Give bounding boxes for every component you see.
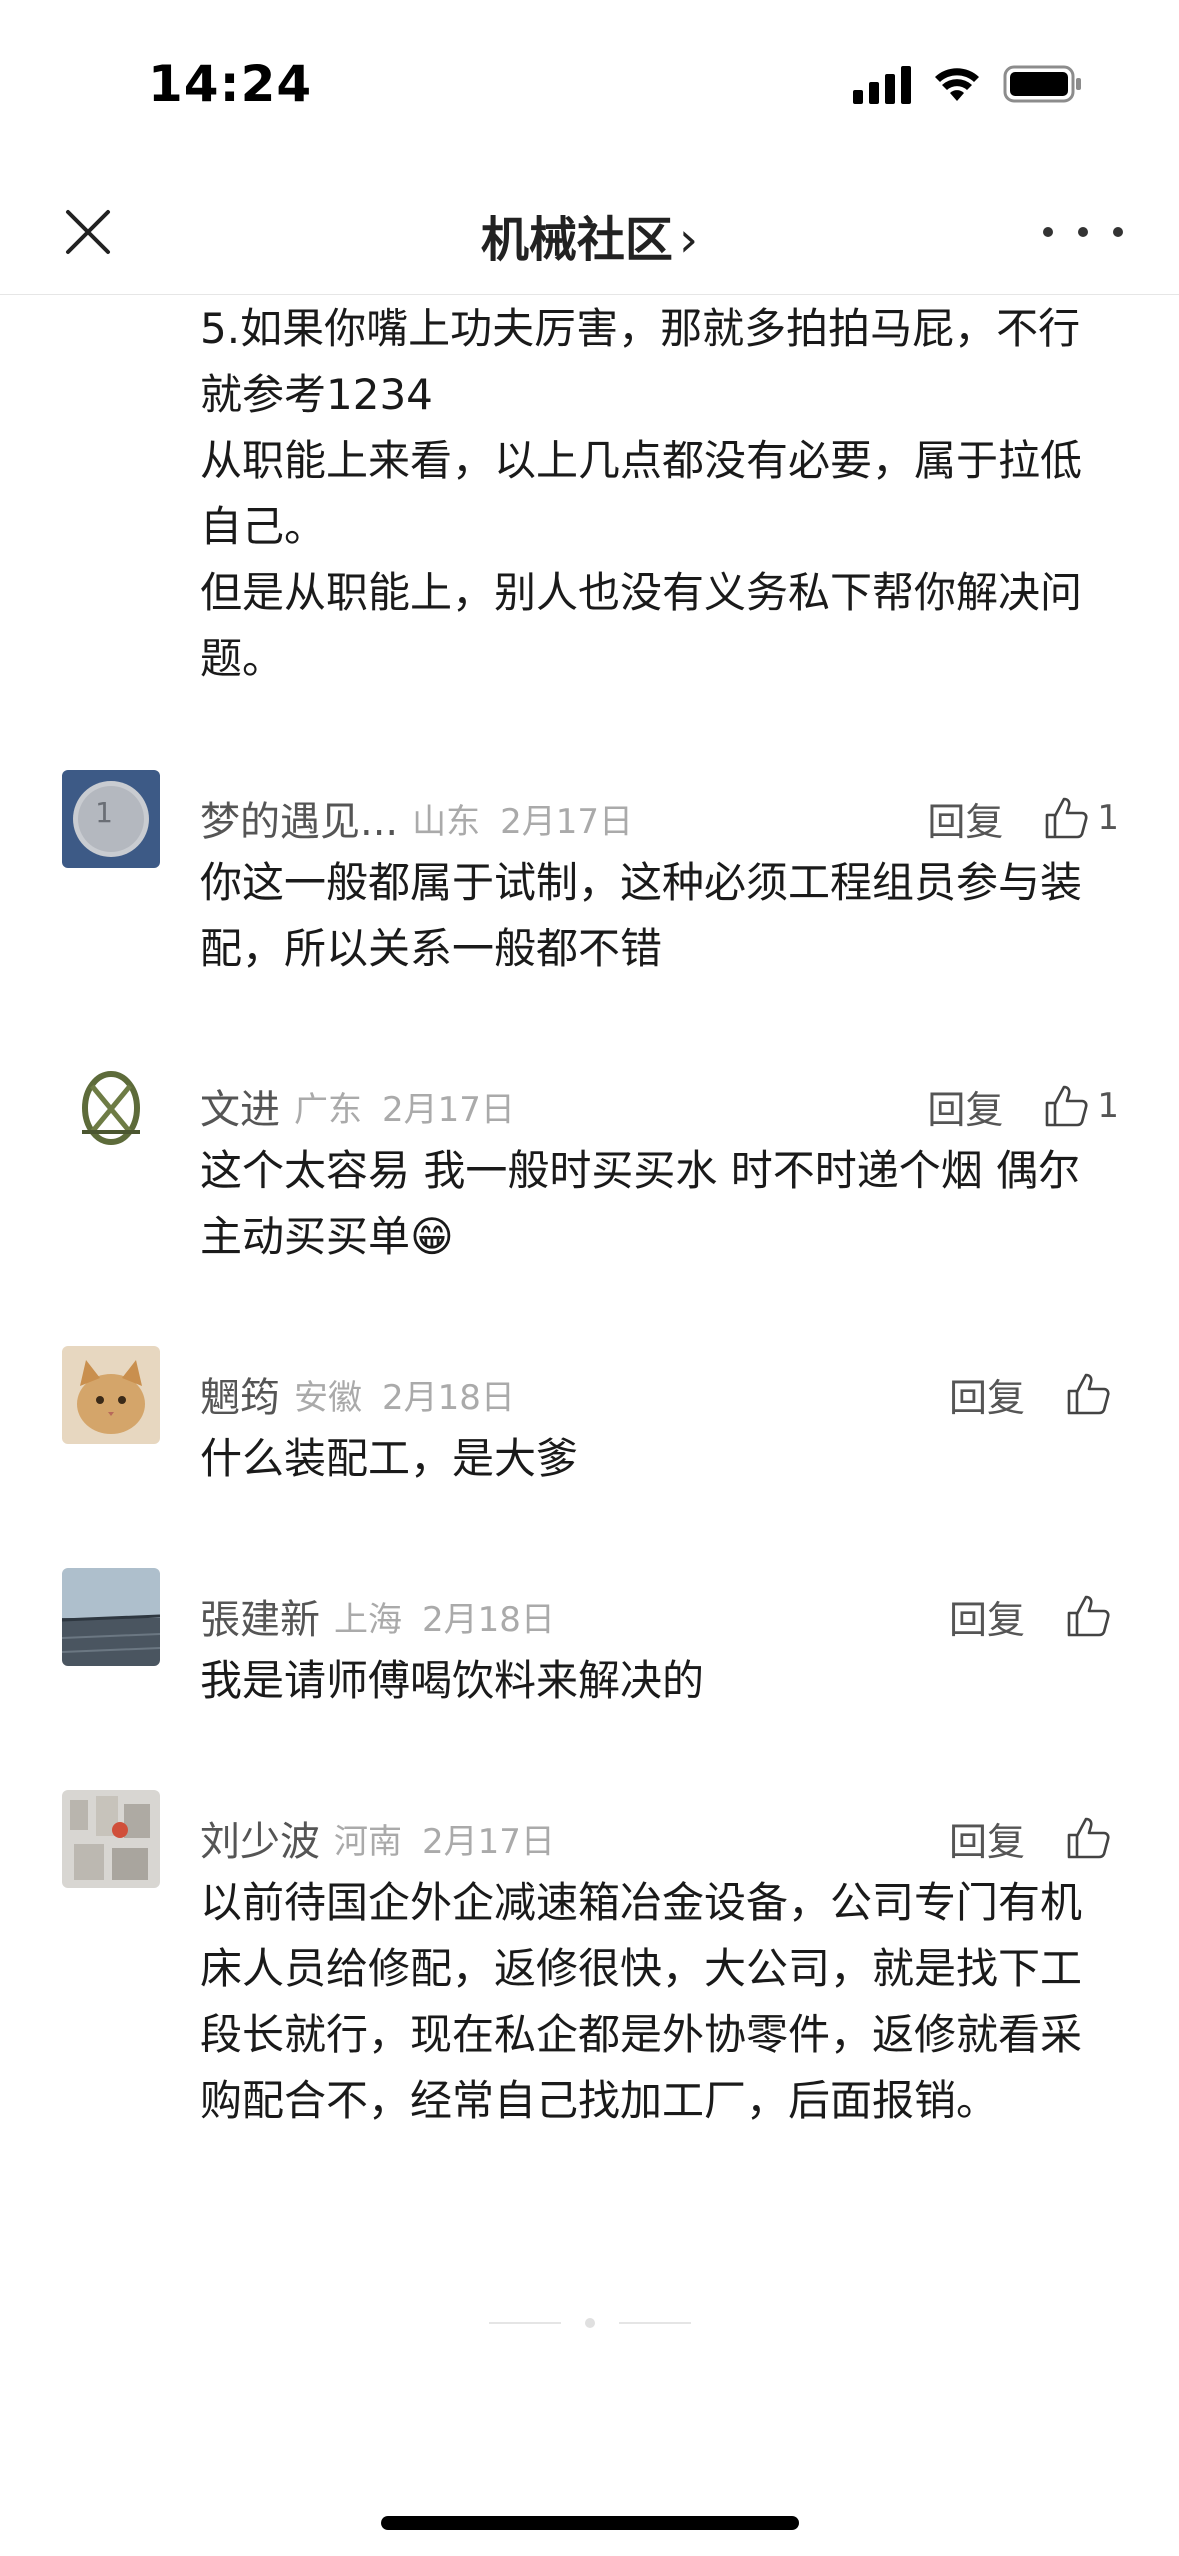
reply-button[interactable]: 回复 (949, 1811, 1025, 1866)
divider (488, 2322, 561, 2324)
reply-button[interactable]: 回复 (949, 1367, 1025, 1422)
chevron-right-icon: › (678, 212, 699, 268)
home-indicator[interactable] (381, 2516, 799, 2530)
comment-location: 广东 (294, 1089, 362, 1130)
more-button[interactable] (1043, 200, 1123, 264)
end-of-list-indicator (0, 2318, 1179, 2328)
comment-location: 山东 (412, 801, 481, 842)
comment-header: 文进 广东 2月17日 回复 1 (200, 1076, 1119, 1136)
thumbs-up-icon (1046, 797, 1088, 839)
comment-author[interactable]: 文进 (200, 1077, 280, 1135)
svg-text:1: 1 (95, 796, 113, 829)
comment-author[interactable]: 梦的遇见... (200, 789, 398, 847)
previous-reply-text: 5.如果你嘴上功夫厉害，那就多拍拍马屁，不行就参考1234 从职能上来看，以上几… (0, 296, 1179, 692)
community-name: 机械社区 (480, 212, 673, 268)
comment-actions: 回复 (949, 1367, 1119, 1422)
comment-header: 魍筠 安徽 2月18日 回复 (200, 1364, 1119, 1424)
comment-date: 2月18日 (422, 1599, 555, 1640)
status-time: 14:24 (148, 55, 313, 113)
comment-date: 2月17日 (382, 1089, 515, 1130)
comment-date: 2月17日 (422, 1821, 555, 1862)
nav-bar: 机械社区 › (0, 170, 1179, 295)
reply-button[interactable]: 回复 (949, 1589, 1025, 1644)
battery-icon (1003, 65, 1081, 103)
nav-title[interactable]: 机械社区 › (0, 200, 1179, 270)
comment-location: 安徽 (294, 1377, 362, 1418)
more-icon-dot (1078, 227, 1088, 237)
comment-text: 以前待国企外企减速箱冶金设备，公司专门有机床人员给修配，返修很快，大公司，就是找… (200, 1878, 1083, 2125)
comment-text: 我是请师傅喝饮料来解决的 (200, 1656, 705, 1705)
reply-button[interactable]: 回复 (927, 1079, 1003, 1134)
comment-actions: 回复 (949, 1589, 1119, 1644)
reply-paragraph: 从职能上来看，以上几点都没有必要，属于拉低自己。 (200, 436, 1083, 551)
status-icons (853, 64, 1083, 104)
comment-actions: 回复 1 (927, 791, 1119, 846)
end-dot (584, 2318, 595, 2328)
comment-header: 張建新 上海 2月18日 回复 (200, 1586, 1119, 1646)
status-bar: 14:24 (0, 0, 1179, 170)
comment-actions: 回复 1 (927, 1079, 1119, 1134)
thumbs-up-icon (1067, 1373, 1110, 1415)
thumbs-up-icon (1046, 1085, 1088, 1127)
reply-paragraph: 但是从职能上，别人也没有义务私下帮你解决问题。 (200, 568, 1083, 683)
avatar[interactable] (62, 1058, 160, 1156)
like-count: 1 (1097, 1086, 1119, 1126)
more-icon (1043, 227, 1053, 237)
avatar[interactable]: 1 (62, 770, 160, 868)
avatar[interactable] (62, 1346, 160, 1444)
comment-location: 河南 (334, 1821, 402, 1862)
comment-actions: 回复 (949, 1811, 1119, 1866)
reply-button[interactable]: 回复 (927, 791, 1003, 846)
thumbs-up-icon (1067, 1817, 1110, 1859)
like-button[interactable] (1065, 1371, 1119, 1417)
comment-date: 2月18日 (382, 1377, 515, 1418)
like-count: 1 (1097, 798, 1119, 838)
like-button[interactable] (1065, 1815, 1119, 1861)
divider (618, 2322, 691, 2324)
like-button[interactable] (1065, 1593, 1119, 1639)
comment-text: 这个太容易 我一般时买买水 时不时递个烟 偶尔主动买买单😁 (200, 1146, 1081, 1261)
wifi-icon (935, 68, 979, 101)
comment-date: 2月17日 (500, 801, 634, 842)
comment-author[interactable]: 魍筠 (200, 1365, 280, 1423)
comment-location: 上海 (334, 1599, 402, 1640)
avatar[interactable] (62, 1790, 160, 1888)
like-button[interactable]: 1 (1043, 795, 1119, 841)
comment-author[interactable]: 刘少波 (200, 1809, 320, 1867)
cellular-signal-icon (853, 64, 911, 104)
more-icon-dot (1113, 227, 1123, 237)
comment-author[interactable]: 張建新 (200, 1587, 320, 1645)
reply-paragraph: 5.如果你嘴上功夫厉害，那就多拍拍马屁，不行就参考1234 (200, 304, 1081, 419)
avatar[interactable] (62, 1568, 160, 1666)
like-button[interactable]: 1 (1043, 1083, 1119, 1129)
comment-text: 什么装配工，是大爹 (200, 1434, 579, 1483)
comment-header: 梦的遇见... 山东 2月17日 回复 1 (200, 788, 1119, 848)
comment-header: 刘少波 河南 2月17日 回复 (200, 1808, 1119, 1868)
thumbs-up-icon (1067, 1595, 1110, 1637)
comment-text: 你这一般都属于试制，这种必须工程组员参与装配，所以关系一般都不错 (200, 858, 1083, 973)
